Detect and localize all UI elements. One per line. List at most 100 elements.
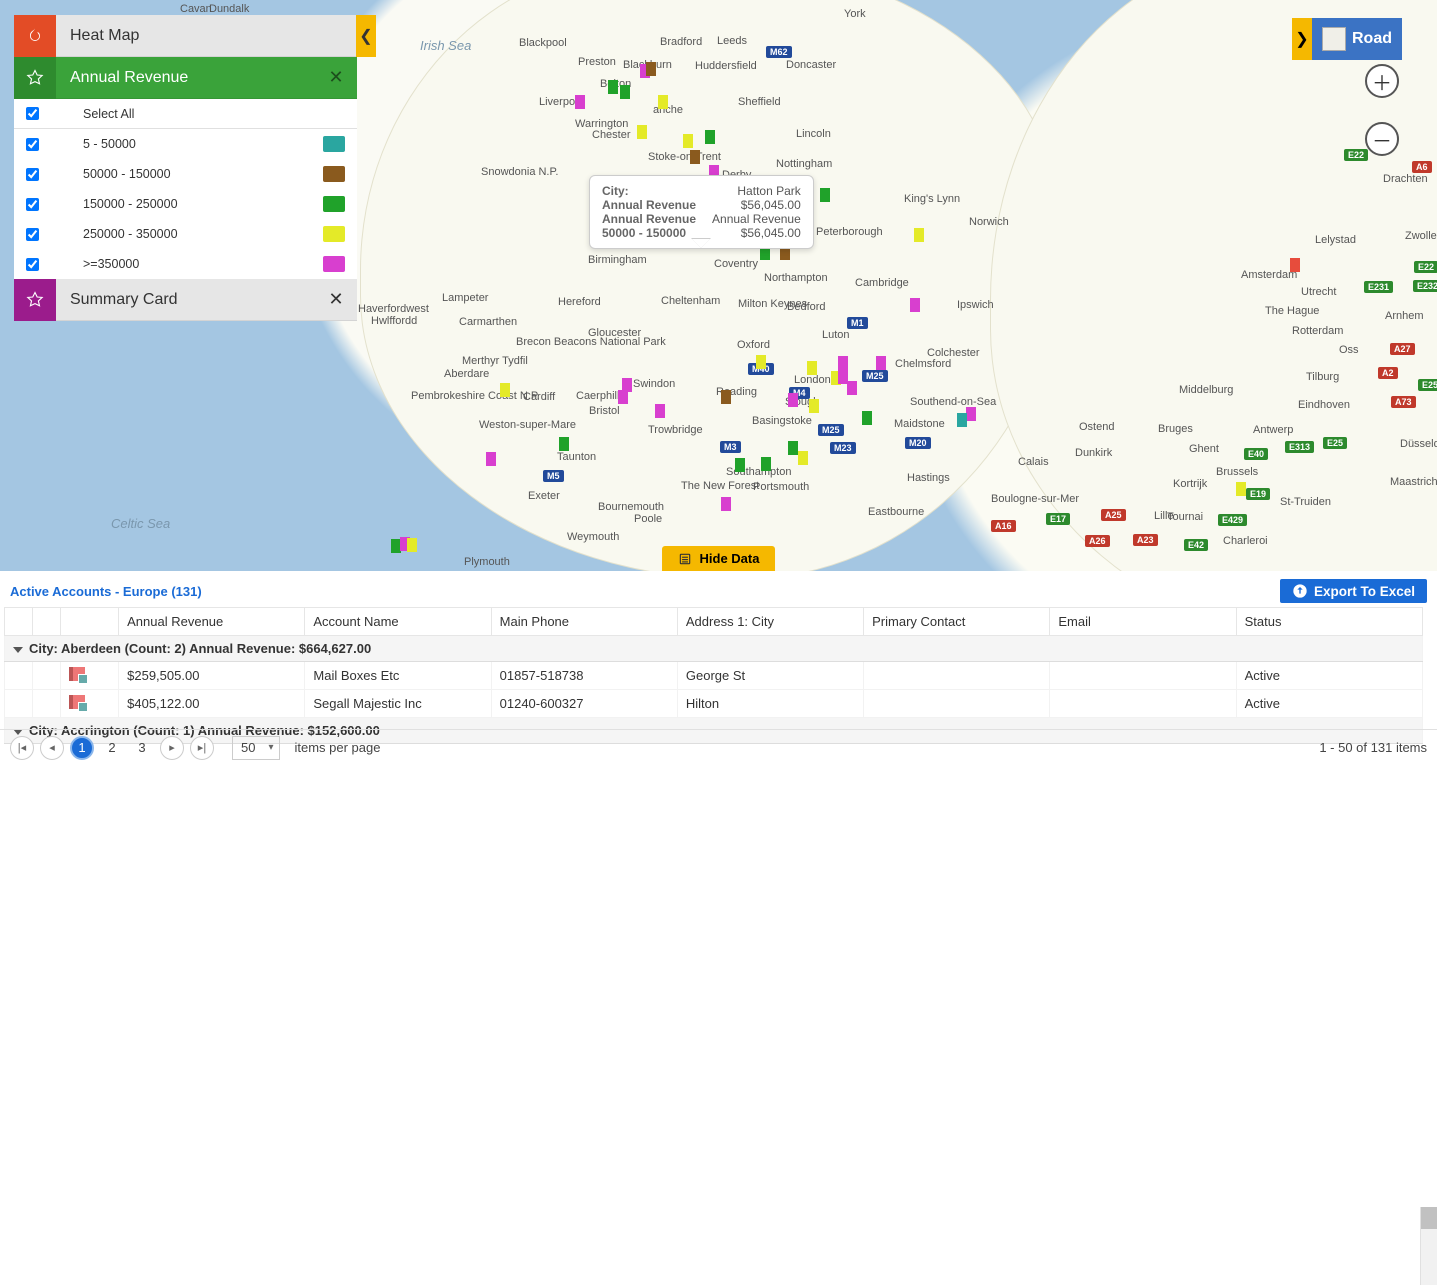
- data-blip[interactable]: [618, 390, 628, 404]
- legend-checkbox[interactable]: [26, 198, 39, 211]
- legend-swatch: [323, 196, 345, 212]
- export-excel-button[interactable]: Export To Excel: [1280, 579, 1427, 603]
- legend-checkbox[interactable]: [26, 138, 39, 151]
- data-blip[interactable]: [658, 95, 668, 109]
- road-label: Road: [1352, 30, 1392, 48]
- data-blip[interactable]: [807, 361, 817, 375]
- table-row[interactable]: $405,122.00Segall Majestic Inc01240-6003…: [5, 690, 1423, 718]
- data-blip[interactable]: [575, 95, 585, 109]
- chevron-right-icon[interactable]: ❯: [1292, 18, 1312, 60]
- data-blip[interactable]: [500, 383, 510, 397]
- data-blip[interactable]: [655, 404, 665, 418]
- pager-last[interactable]: ▸|: [190, 736, 214, 760]
- column-header[interactable]: Annual Revenue: [119, 608, 305, 636]
- map-type-road-button[interactable]: Road: [1312, 18, 1402, 60]
- data-blip[interactable]: [838, 356, 848, 384]
- data-blip[interactable]: [914, 228, 924, 242]
- legend-checkbox[interactable]: [26, 228, 39, 241]
- data-blip[interactable]: [721, 497, 731, 511]
- export-icon: [1292, 583, 1308, 599]
- data-grid-section: Active Accounts - Europe (131) Export To…: [0, 571, 1437, 765]
- data-blip[interactable]: [761, 457, 771, 471]
- pager-next[interactable]: ▸: [160, 736, 184, 760]
- sidebar-collapse-toggle[interactable]: ❮: [356, 15, 376, 57]
- legend-range-0[interactable]: 5 - 50000: [14, 129, 357, 159]
- column-header[interactable]: Primary Contact: [864, 608, 1050, 636]
- data-blip[interactable]: [637, 125, 647, 139]
- road-shield: A2: [1378, 367, 1398, 379]
- legend-label: 5 - 50000: [71, 137, 323, 151]
- layer-sidebar: Heat Map Annual Revenue ✕ Select All 5 -…: [14, 15, 357, 321]
- scrollbar-thumb[interactable]: [1421, 1207, 1437, 1229]
- column-header[interactable]: Status: [1236, 608, 1422, 636]
- legend-checkbox[interactable]: [26, 258, 39, 271]
- data-blip[interactable]: [646, 62, 656, 76]
- close-icon[interactable]: ✕: [325, 289, 347, 311]
- data-blip[interactable]: [957, 413, 967, 427]
- data-blip[interactable]: [1236, 482, 1246, 496]
- data-blip[interactable]: [705, 130, 715, 144]
- panel-revenue-title: Annual Revenue: [56, 69, 325, 87]
- data-blip[interactable]: [862, 411, 872, 425]
- data-blip[interactable]: [820, 188, 830, 202]
- data-blip[interactable]: [788, 393, 798, 407]
- data-blip[interactable]: [756, 355, 766, 369]
- data-blip[interactable]: [798, 451, 808, 465]
- pager-prev[interactable]: ◂: [40, 736, 64, 760]
- pager-page-2[interactable]: 2: [100, 736, 124, 760]
- city-label: Plymouth: [464, 556, 510, 568]
- data-blip[interactable]: [559, 437, 569, 451]
- legend-label: 250000 - 350000: [71, 227, 323, 241]
- hide-data-toggle[interactable]: Hide Data: [662, 546, 776, 571]
- star-icon: [14, 57, 56, 99]
- grid-scrollbar[interactable]: [1420, 1207, 1437, 1285]
- select-all-label: Select All: [71, 107, 345, 121]
- legend-checkbox[interactable]: [26, 168, 39, 181]
- data-blip[interactable]: [809, 399, 819, 413]
- legend-range-1[interactable]: 50000 - 150000: [14, 159, 357, 189]
- pager-page-3[interactable]: 3: [130, 736, 154, 760]
- data-blip[interactable]: [1290, 258, 1300, 272]
- road-shield: M23: [830, 442, 856, 454]
- data-blip[interactable]: [966, 407, 976, 421]
- table-row[interactable]: $259,505.00Mail Boxes Etc01857-518738Geo…: [5, 662, 1423, 690]
- data-blip[interactable]: [608, 80, 618, 94]
- data-blip[interactable]: [910, 298, 920, 312]
- data-blip[interactable]: [788, 441, 798, 455]
- data-blip[interactable]: [620, 85, 630, 99]
- data-blip[interactable]: [876, 356, 886, 370]
- road-shield: E429: [1218, 514, 1247, 526]
- data-blip[interactable]: [690, 150, 700, 164]
- column-header[interactable]: Account Name: [305, 608, 491, 636]
- data-blip[interactable]: [486, 452, 496, 466]
- sea-label-celtic: Celtic Sea: [111, 516, 170, 531]
- panel-heat-map[interactable]: Heat Map: [14, 15, 357, 57]
- legend-select-all[interactable]: Select All: [14, 99, 357, 129]
- column-header[interactable]: Address 1: City: [677, 608, 863, 636]
- panel-summary-card[interactable]: Summary Card ✕: [14, 279, 357, 321]
- legend-range-4[interactable]: >=350000: [14, 249, 357, 279]
- data-blip[interactable]: [683, 134, 693, 148]
- data-blip[interactable]: [721, 390, 731, 404]
- data-blip[interactable]: [407, 538, 417, 552]
- zoom-in-button[interactable]: ＋: [1365, 64, 1399, 98]
- road-shield: A25: [1101, 509, 1126, 521]
- data-grid: Annual RevenueAccount NameMain PhoneAddr…: [4, 607, 1423, 744]
- legend-range-3[interactable]: 250000 - 350000: [14, 219, 357, 249]
- group-header-row[interactable]: City: Aberdeen (Count: 2) Annual Revenue…: [5, 636, 1423, 662]
- zoom-out-button[interactable]: －: [1365, 122, 1399, 156]
- panel-annual-revenue[interactable]: Annual Revenue ✕: [14, 57, 357, 99]
- grid-title[interactable]: Active Accounts - Europe (131): [10, 584, 202, 599]
- pager-page-1[interactable]: 1: [70, 736, 94, 760]
- grid-pager: |◂ ◂ 123 ▸ ▸| 50 items per page 1 - 50 o…: [0, 729, 1437, 765]
- column-header[interactable]: Email: [1050, 608, 1236, 636]
- map-canvas[interactable]: Irish Sea Celtic Sea YorkDundalkCavanBla…: [0, 0, 1437, 571]
- data-blip[interactable]: [847, 381, 857, 395]
- pager-first[interactable]: |◂: [10, 736, 34, 760]
- column-header[interactable]: Main Phone: [491, 608, 677, 636]
- items-per-page-select[interactable]: 50: [232, 736, 280, 760]
- select-all-checkbox[interactable]: [26, 107, 39, 120]
- close-icon[interactable]: ✕: [325, 67, 347, 89]
- data-blip[interactable]: [735, 458, 745, 472]
- legend-range-2[interactable]: 150000 - 250000: [14, 189, 357, 219]
